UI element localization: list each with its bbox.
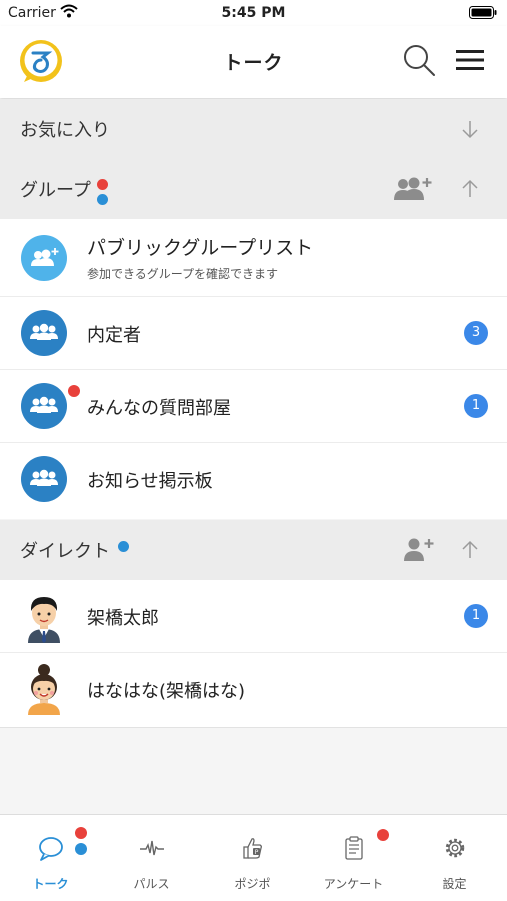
- section-label-favorites: お気に入り: [20, 120, 110, 141]
- arrow-up-icon[interactable]: [460, 540, 480, 560]
- section-header-favorites[interactable]: お気に入り: [0, 99, 507, 159]
- contact-name: はなはな(架橋はな): [87, 681, 246, 702]
- notification-dot-red: [68, 385, 80, 397]
- header: トーク: [0, 26, 507, 98]
- tab-label: パルス: [133, 877, 170, 891]
- arrow-up-icon[interactable]: [460, 179, 480, 199]
- notification-dot-blue: [75, 843, 87, 855]
- tab-pojipo[interactable]: P ポジポ: [202, 815, 303, 901]
- add-user-icon[interactable]: [403, 536, 435, 564]
- add-group-icon[interactable]: [392, 175, 432, 203]
- hamburger-menu-icon[interactable]: [455, 47, 485, 73]
- group-name: みんなの質問部屋: [87, 398, 231, 419]
- group-avatar-icon: [21, 456, 67, 502]
- tab-label: アンケート: [323, 877, 384, 891]
- tab-label: 設定: [442, 877, 467, 891]
- battery-icon: [469, 6, 497, 19]
- group-avatar-icon: [21, 383, 67, 429]
- user-avatar-female-icon: [28, 664, 60, 715]
- list-item-direct[interactable]: 架橋太郎 1: [0, 580, 507, 653]
- status-bar: Carrier 5:45 PM: [0, 0, 507, 26]
- gear-icon: [445, 838, 465, 858]
- list-item-direct[interactable]: はなはな(架橋はな): [0, 653, 507, 728]
- section-header-groups[interactable]: グループ: [0, 159, 507, 219]
- chat-bubble-icon: [39, 837, 63, 861]
- section-label-groups: グループ: [20, 180, 91, 201]
- thumbs-up-icon: P: [243, 838, 262, 859]
- notification-dot-red: [75, 827, 87, 839]
- contact-name: 架橋太郎: [87, 608, 159, 629]
- notification-dot-blue: [97, 194, 108, 205]
- section-label-direct: ダイレクト: [20, 541, 110, 562]
- unread-badge: 1: [464, 604, 488, 628]
- tab-talk[interactable]: トーク: [0, 815, 101, 901]
- list-item-group[interactable]: お知らせ掲示板: [0, 443, 507, 519]
- unread-badge: 3: [464, 321, 488, 345]
- tab-bar: トーク パルス P ポジポ アンケート 設定: [0, 814, 507, 901]
- user-avatar-male-icon: [28, 597, 60, 643]
- unread-badge: 1: [464, 394, 488, 418]
- add-group-avatar-icon: [21, 235, 67, 281]
- tab-pulse[interactable]: パルス: [101, 815, 202, 901]
- tab-settings[interactable]: 設定: [404, 815, 505, 901]
- group-name: 内定者: [87, 325, 141, 346]
- notification-dot-blue: [118, 541, 129, 552]
- svg-text:P: P: [255, 849, 259, 856]
- clock: 5:45 PM: [221, 5, 286, 21]
- section-header-direct[interactable]: ダイレクト: [0, 520, 507, 580]
- tab-survey[interactable]: アンケート: [303, 815, 404, 901]
- group-name: パブリックグループリスト: [87, 237, 314, 259]
- notification-dot-red: [97, 179, 108, 190]
- arrow-down-icon[interactable]: [460, 119, 480, 139]
- list-item-group[interactable]: みんなの質問部屋 1: [0, 370, 507, 443]
- clipboard-icon: [345, 836, 363, 860]
- list-item-public-group-list[interactable]: パブリックグループリスト 参加できるグループを確認できます: [0, 219, 507, 297]
- search-icon[interactable]: [402, 43, 436, 77]
- group-avatar-icon: [21, 310, 67, 356]
- group-subtitle: 参加できるグループを確認できます: [87, 267, 279, 281]
- pulse-icon: [140, 840, 164, 856]
- list-item-group[interactable]: 内定者 3: [0, 297, 507, 370]
- tab-label: トーク: [32, 877, 69, 891]
- group-name: お知らせ掲示板: [87, 471, 213, 492]
- notification-dot-red: [377, 829, 389, 841]
- tab-label: ポジポ: [234, 877, 271, 891]
